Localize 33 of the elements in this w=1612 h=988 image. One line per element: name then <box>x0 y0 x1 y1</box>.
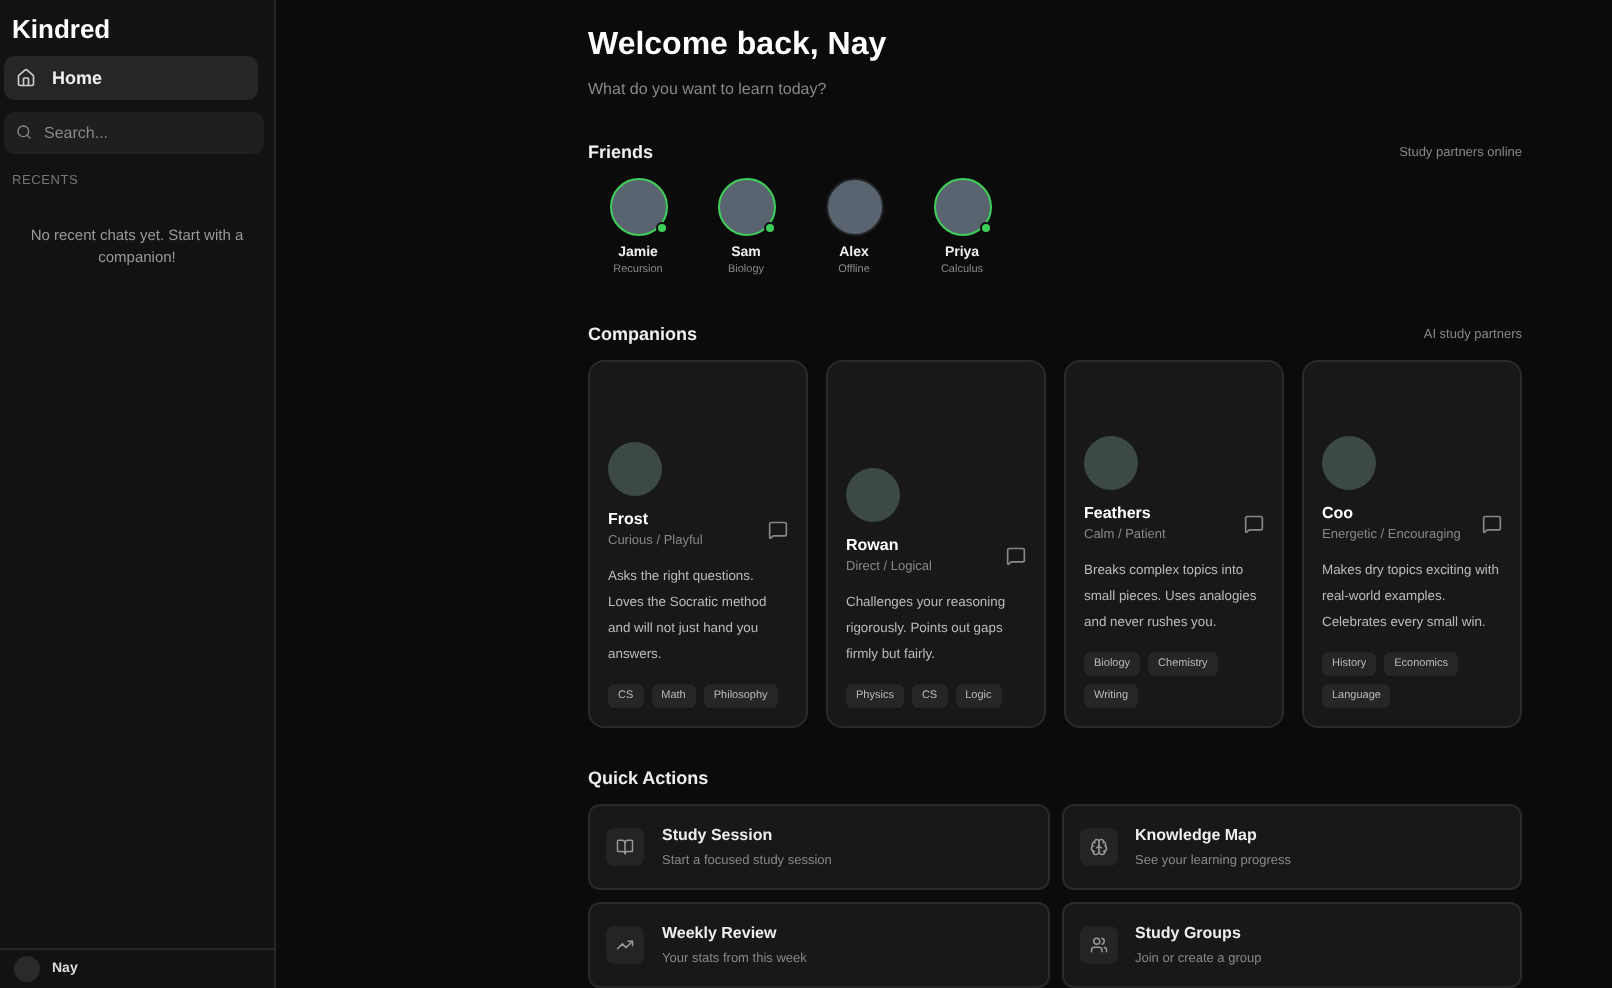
brand-logo: Kindred <box>10 12 113 48</box>
nav-item[interactable]: Home <box>4 56 258 100</box>
companion-avatar <box>846 468 900 522</box>
action-title: Study Session <box>662 826 775 844</box>
section-title: Friends <box>588 142 654 162</box>
companion-avatar <box>608 442 662 496</box>
companion-name: Frost <box>608 510 650 528</box>
search-field[interactable]: Search... <box>4 112 264 154</box>
friend-avatar[interactable] <box>609 178 667 236</box>
companion-name: Coo <box>1322 504 1356 522</box>
companion-avatar <box>1084 436 1138 490</box>
action-title: Study Groups <box>1135 924 1243 942</box>
action-title: Weekly Review <box>662 924 779 942</box>
chat-icon[interactable] <box>768 519 788 539</box>
trending-up-icon <box>606 926 644 964</box>
companion-name: Feathers <box>1084 504 1153 522</box>
book-icon <box>606 828 644 866</box>
companion-avatar <box>1322 436 1376 490</box>
action-title: Knowledge Map <box>1135 826 1259 844</box>
search-icon <box>16 124 32 140</box>
page-title: Welcome back, Nay <box>588 28 889 64</box>
section-title: Quick Actions <box>588 768 709 788</box>
chat-icon[interactable] <box>1482 513 1502 533</box>
chat-icon[interactable] <box>1244 513 1264 533</box>
home-icon <box>16 68 36 88</box>
chat-icon[interactable] <box>1006 545 1026 565</box>
brain-icon <box>1079 828 1117 866</box>
friend-avatar[interactable] <box>717 178 775 236</box>
friend-avatar[interactable] <box>933 178 991 236</box>
companion-name: Rowan <box>846 536 901 554</box>
users-icon <box>1079 926 1117 964</box>
page-subtitle: What do you want to learn today? <box>588 80 829 98</box>
section-title: Companions <box>588 324 698 344</box>
